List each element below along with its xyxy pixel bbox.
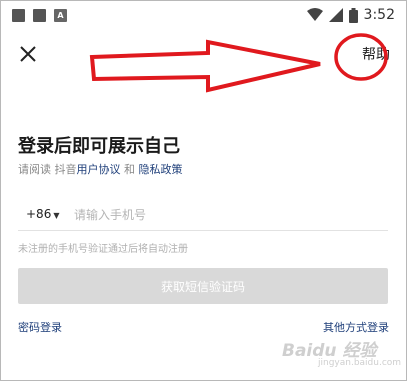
status-bar-notifications: A [12,9,67,22]
status-bar-system: 3:52 [306,7,395,23]
wifi-icon [306,8,323,21]
other-login-link[interactable]: 其他方式登录 [323,319,389,335]
signal-icon [328,8,343,22]
close-icon [20,46,36,62]
country-code-select[interactable]: +86 ▼ [26,207,59,221]
notification-square-icon [12,9,25,22]
get-sms-code-button[interactable]: 获取短信验证码 [18,268,388,304]
app-a-icon: A [54,9,67,22]
battery-icon [348,7,358,23]
agreement-text: 请阅读 抖音用户协议 和 隐私政策 [18,161,183,177]
user-agreement-link[interactable]: 用户协议 [77,163,121,176]
status-time: 3:52 [363,7,395,23]
privacy-policy-link[interactable]: 隐私政策 [139,163,183,176]
country-code-value: +86 [26,207,52,221]
password-login-link[interactable]: 密码登录 [18,319,62,335]
close-button[interactable] [16,42,40,66]
dropdown-caret-icon: ▼ [53,211,60,220]
help-link[interactable]: 帮助 [362,44,390,64]
status-bar: A 3:52 [0,0,407,32]
page-title: 登录后即可展示自己 [18,136,180,157]
baidu-watermark-url: jingyan.baidu.com [318,358,402,368]
agreement-and: 和 [120,163,139,176]
agreement-prefix: 请阅读 抖音 [18,163,77,176]
phone-number-input[interactable] [72,204,376,226]
auto-register-hint: 未注册的手机号验证通过后将自动注册 [18,244,188,255]
notification-square-icon [33,9,46,22]
phone-input-row: +86 ▼ [18,200,388,231]
